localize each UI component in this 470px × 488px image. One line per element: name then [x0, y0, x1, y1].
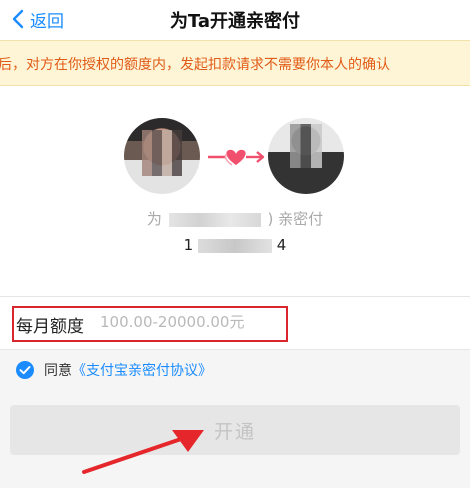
- agreement-text: 同意: [44, 363, 72, 379]
- account-suffix: 4: [276, 236, 287, 254]
- page-title: 为Ta开通亲密付: [169, 11, 301, 32]
- agreement-row: 同意 《支付宝亲密付协议》: [16, 358, 212, 382]
- pixelated-mask: [290, 124, 322, 168]
- notice-banner: 后，对方在你授权的额度内，发起扣款请求不需要你本人的确认: [0, 40, 470, 86]
- annotation-highlight-box: [12, 306, 288, 342]
- intimacy-label: 为 ) 亲密付: [0, 208, 470, 229]
- blurred-account: [198, 238, 272, 253]
- open-button[interactable]: 开通: [10, 405, 460, 455]
- checkbox-checked-icon[interactable]: [16, 361, 34, 379]
- my-avatar: [124, 118, 200, 194]
- account-prefix: 1: [183, 236, 194, 254]
- pixelated-mask: [142, 130, 182, 176]
- intimacy-label-suffix: ) 亲密付: [267, 210, 324, 228]
- notice-text: 后，对方在你授权的额度内，发起扣款请求不需要你本人的确认: [0, 57, 390, 73]
- navigation-bar: 返回 为Ta开通亲密付: [0, 0, 470, 40]
- agreement-link[interactable]: 《支付宝亲密付协议》: [72, 360, 212, 380]
- profile-card: 为 ) 亲密付 1 4: [0, 86, 470, 296]
- blurred-name: [168, 212, 261, 227]
- intimacy-label-prefix: 为: [146, 210, 162, 228]
- account-number: 1 4: [0, 236, 470, 254]
- heart-arrow-icon: [208, 149, 265, 166]
- friend-avatar: [268, 118, 344, 194]
